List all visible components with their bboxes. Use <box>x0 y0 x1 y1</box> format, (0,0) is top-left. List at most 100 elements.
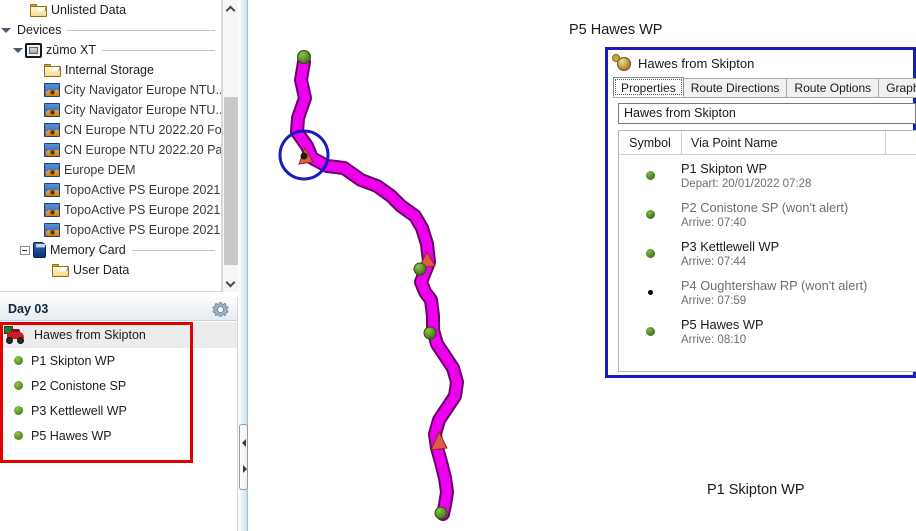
tree-item-city-navigator-europe-ntu[interactable]: City Navigator Europe NTU... <box>0 100 221 120</box>
column-header-name: Via Point Name <box>691 135 778 150</box>
dialog-tabstrip[interactable]: Properties Route Directions Route Options G… <box>613 77 916 98</box>
tree-item-internal-storage[interactable]: Internal Storage <box>0 60 221 80</box>
chevron-up-icon <box>225 5 236 16</box>
tree-item-memory-card[interactable]: Memory Card <box>0 240 221 260</box>
day-list-item[interactable]: P2 Conistone SP <box>0 373 237 398</box>
waypoint-marker-p5[interactable] <box>297 50 311 64</box>
route-disc-icon <box>617 56 631 71</box>
green-dot-icon <box>645 327 655 336</box>
via-point-symbol-cell <box>619 171 681 180</box>
waypoint-marker-p2[interactable] <box>423 326 437 340</box>
tree-item-topoactive-ps-europe-2021[interactable]: TopoActive PS Europe 2021... <box>0 180 221 200</box>
via-point-info: P1 Skipton WP Depart: 20/01/2022 07:28 <box>681 161 916 191</box>
arrow-left-icon[interactable] <box>242 439 246 447</box>
via-point-row[interactable]: P1 Skipton WP Depart: 20/01/2022 07:28 <box>619 156 916 195</box>
expander-collapse-icon[interactable] <box>12 45 23 55</box>
day-panel-header: Day 03 <box>0 297 237 321</box>
day-list-item[interactable]: Hawes from Skipton <box>0 322 237 348</box>
tree-item-europe-dem[interactable]: Europe DEM <box>0 160 221 180</box>
app-window: Unlisted Data Devices zūmo XT Internal Stor… <box>0 0 916 531</box>
tab-route-directions[interactable]: Route Directions <box>682 78 788 97</box>
day-list-item[interactable]: P3 Kettlewell WP <box>0 398 237 423</box>
map-waypoint-label: P5 Hawes WP <box>569 22 663 38</box>
waypoint-marker-p4[interactable] <box>300 152 308 160</box>
via-points-list[interactable]: P1 Skipton WP Depart: 20/01/2022 07:28 P2 … <box>619 156 916 351</box>
map-waypoint-label: P1 Skipton WP <box>707 482 805 498</box>
scroll-down-button[interactable] <box>223 275 238 292</box>
green-dot-icon <box>14 406 23 415</box>
day-waypoint-list[interactable]: Hawes from Skipton P1 Skipton WP P2 Conist… <box>0 322 237 531</box>
green-dot-icon <box>14 431 23 440</box>
via-point-time: Arrive: 07:40 <box>681 216 747 229</box>
tree-item-label: CN Europe NTU 2022.20 Fo... <box>64 123 221 137</box>
green-dot-icon <box>645 210 655 219</box>
tree-group-rule <box>67 29 215 31</box>
via-point-symbol-cell <box>619 249 681 258</box>
green-dot-icon <box>14 356 23 365</box>
map-product-icon <box>44 123 60 137</box>
tree-item-city-navigator-europe-ntu[interactable]: City Navigator Europe NTU... <box>0 80 221 100</box>
map-product-icon <box>44 223 60 237</box>
map-product-icon <box>44 83 60 97</box>
day-list-item-label: P1 Skipton WP <box>31 353 116 368</box>
via-point-name: P1 Skipton WP <box>681 160 768 176</box>
via-point-time: Arrive: 07:44 <box>681 255 747 268</box>
day-title: Day 03 <box>8 301 49 316</box>
via-point-row[interactable]: P4 Oughtershaw RP (won't alert) Arrive: 0… <box>619 273 916 312</box>
via-point-time: Arrive: 07:59 <box>681 294 747 307</box>
gear-icon[interactable] <box>212 301 229 318</box>
tree-item-z-mo-xt[interactable]: zūmo XT <box>0 40 221 60</box>
tree-item-unlisted-data[interactable]: Unlisted Data <box>0 0 221 20</box>
tree-item-user-data[interactable]: User Data <box>0 260 221 280</box>
waypoint-marker-p3[interactable] <box>413 262 427 276</box>
tree-item-topoactive-ps-europe-2021[interactable]: TopoActive PS Europe 2021... <box>0 220 221 240</box>
via-point-info: P3 Kettlewell WP Arrive: 07:44 <box>681 239 916 269</box>
splitter-handle[interactable] <box>239 424 248 490</box>
tree-item-label: Europe DEM <box>64 163 136 177</box>
route-name-input[interactable]: Hawes from Skipton <box>618 103 916 124</box>
scroll-up-button[interactable] <box>223 0 238 17</box>
via-point-name: P5 Hawes WP <box>681 316 764 332</box>
tree-item-label: TopoActive PS Europe 2021... <box>64 203 221 217</box>
via-point-info: P4 Oughtershaw RP (won't alert) Arrive: 0… <box>681 278 916 308</box>
tree-item-label: CN Europe NTU 2022.20 Pa... <box>64 143 221 157</box>
arrow-right-icon[interactable] <box>243 465 247 473</box>
via-point-row[interactable]: P3 Kettlewell WP Arrive: 07:44 <box>619 234 916 273</box>
tree-item-devices[interactable]: Devices <box>0 20 221 40</box>
green-dot-icon <box>14 381 23 390</box>
day-list-item[interactable]: P1 Skipton WP <box>0 348 237 373</box>
map-product-icon <box>44 183 60 197</box>
via-point-symbol-cell <box>619 327 681 336</box>
day-panel: Day 03 Hawes from Skipton P1 Skipton WP P2… <box>0 297 238 531</box>
via-point-row[interactable]: P2 Conistone SP (won't alert) Arrive: 07:… <box>619 195 916 234</box>
tree-item-topoactive-ps-europe-2021[interactable]: TopoActive PS Europe 2021... <box>0 200 221 220</box>
tree-group-rule <box>131 249 215 251</box>
tab-graph[interactable]: Graph <box>878 78 916 97</box>
tab-properties[interactable]: Properties <box>613 77 684 97</box>
waypoint-marker-p1[interactable] <box>434 506 448 520</box>
device-tree[interactable]: Unlisted Data Devices zūmo XT Internal Stor… <box>0 0 222 292</box>
device-tree-panel: Unlisted Data Devices zūmo XT Internal Stor… <box>0 0 238 296</box>
map-product-icon <box>44 203 60 217</box>
via-points-table[interactable]: Symbol Via Point Name P1 Skipton WP Depar… <box>618 130 916 372</box>
tree-item-label: TopoActive PS Europe 2021... <box>64 223 221 237</box>
tree-item-label: zūmo XT <box>46 43 97 57</box>
expander-collapse-icon[interactable] <box>0 25 11 35</box>
via-point-row[interactable]: P5 Hawes WP Arrive: 08:10 <box>619 312 916 351</box>
memory-card-icon <box>33 242 46 258</box>
expander-expand-icon[interactable] <box>20 245 30 255</box>
via-point-name: P4 Oughtershaw RP (won't alert) <box>681 277 868 293</box>
day-list-item-label: P3 Kettlewell WP <box>31 403 127 418</box>
scrollbar-thumb[interactable] <box>224 97 238 265</box>
tab-route-options[interactable]: Route Options <box>786 78 880 97</box>
day-list-item[interactable]: P5 Hawes WP <box>0 423 237 448</box>
via-point-time: Depart: 20/01/2022 07:28 <box>681 177 812 190</box>
route-properties-dialog[interactable]: Hawes from Skipton Properties Route Direc… <box>605 47 916 378</box>
tree-item-cn-europe-ntu-2022-20-pa[interactable]: CN Europe NTU 2022.20 Pa... <box>0 140 221 160</box>
left-pane: Unlisted Data Devices zūmo XT Internal Stor… <box>0 0 238 531</box>
column-header-symbol: Symbol <box>629 135 671 150</box>
tree-item-label: City Navigator Europe NTU... <box>64 83 221 97</box>
tree-scrollbar[interactable] <box>222 0 238 292</box>
tree-item-label: Unlisted Data <box>51 3 127 17</box>
tree-item-cn-europe-ntu-2022-20-fo[interactable]: CN Europe NTU 2022.20 Fo... <box>0 120 221 140</box>
